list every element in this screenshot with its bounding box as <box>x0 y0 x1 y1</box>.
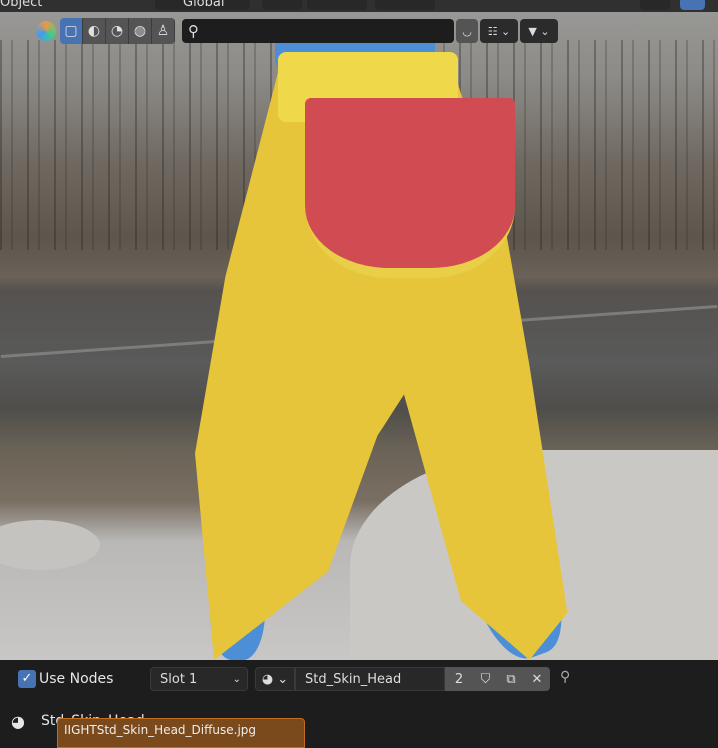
shield-icon: ⛉ <box>480 671 491 687</box>
duplicate-material-button[interactable]: ⧉ <box>498 667 524 691</box>
proportional-edit[interactable] <box>375 0 435 10</box>
texture-drag-popup[interactable]: IIGHTStd_Skin_Head_Diffuse.jpg <box>57 718 305 748</box>
copy-icon: ⧉ <box>506 671 516 687</box>
orientation-label: Global <box>183 0 225 10</box>
material-filter-icon[interactable]: ◐ <box>83 18 106 44</box>
chevron-down-icon: ⌄ <box>232 673 241 685</box>
orientation-dropdown[interactable]: Global <box>155 0 250 10</box>
display-mode-dropdown[interactable]: ☷ ⌄ <box>480 19 518 43</box>
pivot-dropdown[interactable] <box>262 0 302 10</box>
snap-dropdown[interactable] <box>307 0 367 10</box>
3d-viewport[interactable] <box>0 0 718 660</box>
blender-data-icon[interactable] <box>36 21 56 41</box>
mode-label[interactable]: Object <box>0 0 42 10</box>
material-sphere-icon: ◕ ⌄ <box>261 671 289 687</box>
viewport-header: Object Global <box>0 0 718 12</box>
pin-icon[interactable]: ⚲ <box>560 669 570 685</box>
slot-dropdown[interactable]: Slot 1 ⌄ <box>150 667 248 691</box>
filter-dropdown[interactable]: ▼ ⌄ <box>520 19 558 43</box>
gizmo-dropdown[interactable] <box>640 0 670 10</box>
world-filter-icon[interactable]: ◍ <box>129 18 152 44</box>
user-count-button[interactable]: 2 <box>445 667 473 691</box>
outliner-toolbar: ▢ ◐ ◔ ◍ ♙ <box>36 18 175 44</box>
texture-filter-icon[interactable]: ◔ <box>106 18 129 44</box>
texture-filename: IIGHTStd_Skin_Head_Diffuse.jpg <box>64 723 257 737</box>
overlay-toggle[interactable] <box>680 0 705 10</box>
brush-filter-icon[interactable]: ♙ <box>152 18 175 44</box>
funnel-icon: ▼ ⌄ <box>528 24 550 38</box>
use-nodes-checkbox[interactable]: ✓ <box>18 670 36 688</box>
material-name: Std_Skin_Head <box>305 671 402 687</box>
search-icon: ⚲ <box>188 22 199 40</box>
outliner-search-input[interactable]: ⚲ <box>182 19 454 43</box>
match-case-toggle[interactable]: ◡ <box>456 19 478 43</box>
unlink-material-button[interactable]: ✕ <box>524 667 550 691</box>
slot-label: Slot 1 <box>160 671 198 687</box>
use-nodes-label: Use Nodes <box>39 671 114 687</box>
snow-patch <box>0 520 100 570</box>
browse-material-button[interactable]: ◕ ⌄ <box>255 667 295 691</box>
user-count: 2 <box>454 671 464 687</box>
close-icon: ✕ <box>531 671 543 687</box>
material-icon: ◕ <box>11 712 25 731</box>
material-name-field[interactable]: Std_Skin_Head <box>295 667 445 691</box>
object-filter-icon[interactable]: ▢ <box>60 18 83 44</box>
model-sash <box>305 98 515 278</box>
fake-user-button[interactable]: ⛉ <box>473 667 498 691</box>
